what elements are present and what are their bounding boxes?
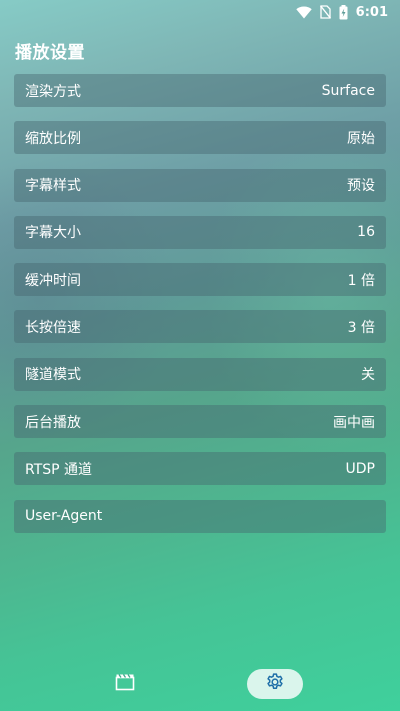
setting-background-play[interactable]: 后台播放 画中画 <box>14 405 386 439</box>
setting-buffer-time[interactable]: 缓冲时间 1 倍 <box>14 263 386 297</box>
setting-subtitle-size[interactable]: 字幕大小 16 <box>14 215 386 249</box>
setting-label: 字幕大小 <box>25 225 81 242</box>
setting-label: 字幕样式 <box>25 178 81 195</box>
setting-subtitle-style[interactable]: 字幕样式 预设 <box>14 168 386 202</box>
setting-label: User-Agent <box>25 508 103 525</box>
setting-rtsp-channel[interactable]: RTSP 通道 UDP <box>14 452 386 486</box>
setting-value: 3 倍 <box>347 319 375 336</box>
setting-user-agent[interactable]: User-Agent <box>14 499 386 533</box>
status-bar: 6:01 <box>0 0 400 24</box>
clapperboard-icon <box>115 673 135 695</box>
setting-value: 画中画 <box>333 414 375 431</box>
no-sim-icon <box>319 5 331 19</box>
settings-list: 渲染方式 Surface 缩放比例 原始 字幕样式 预设 字幕大小 16 缓冲时… <box>14 74 386 547</box>
gear-icon <box>265 672 285 696</box>
page-title: 播放设置 <box>15 43 85 63</box>
setting-scale-ratio[interactable]: 缩放比例 原始 <box>14 121 386 155</box>
setting-label: 缓冲时间 <box>25 272 81 289</box>
bottom-nav <box>0 655 400 711</box>
nav-home-button[interactable] <box>105 669 145 699</box>
setting-value: 原始 <box>347 130 375 147</box>
setting-label: RTSP 通道 <box>25 461 93 478</box>
setting-tunnel-mode[interactable]: 隧道模式 关 <box>14 357 386 391</box>
setting-value: Surface <box>321 82 375 99</box>
wifi-icon <box>295 6 312 19</box>
setting-value: 1 倍 <box>347 272 375 289</box>
setting-render-mode[interactable]: 渲染方式 Surface <box>14 74 386 107</box>
setting-long-press-speed[interactable]: 长按倍速 3 倍 <box>14 310 386 344</box>
nav-settings-button[interactable] <box>247 669 303 699</box>
setting-value: UDP <box>345 460 375 477</box>
setting-label: 缩放比例 <box>25 130 81 147</box>
setting-label: 渲染方式 <box>25 83 81 100</box>
setting-value: 关 <box>361 367 375 384</box>
setting-value: 预设 <box>347 178 375 195</box>
setting-label: 长按倍速 <box>25 319 81 336</box>
setting-label: 后台播放 <box>25 414 81 431</box>
status-time: 6:01 <box>355 4 388 20</box>
battery-charging-icon <box>339 4 348 20</box>
setting-label: 隧道模式 <box>25 367 81 384</box>
setting-value: 16 <box>357 224 375 241</box>
